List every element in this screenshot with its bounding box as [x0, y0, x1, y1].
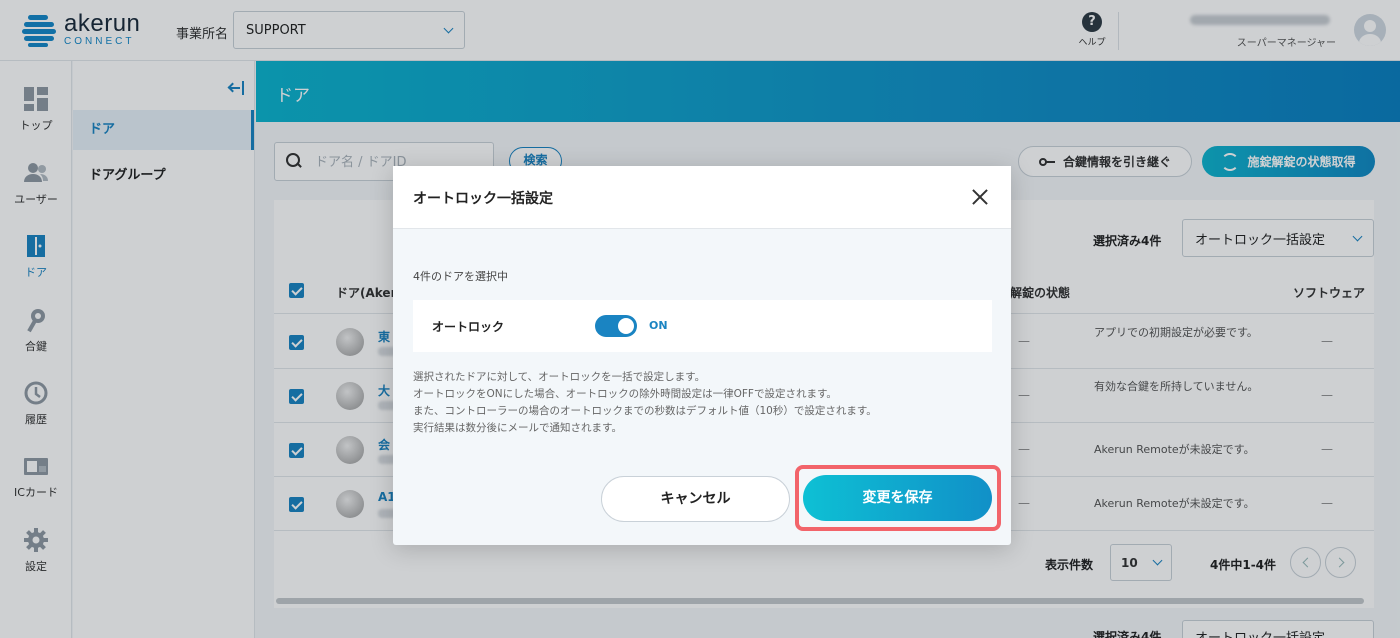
autolock-label: オートロック: [432, 320, 505, 334]
modal-header: オートロック一括設定: [393, 166, 1011, 229]
close-icon[interactable]: [971, 188, 989, 206]
autolock-toggle[interactable]: [595, 315, 637, 337]
description-line: 選択されたドアに対して、オートロックを一括で設定します。: [413, 371, 706, 383]
description-line: また、コントローラーの場合のオートロックまでの秒数はデフォルト値（10秒）で設定…: [413, 405, 877, 417]
description-line: オートロックをONにした場合、オートロックの除外時間設定は一律OFFで設定されま…: [413, 388, 837, 400]
autolock-setting-card: オートロック ON: [413, 300, 992, 352]
modal-title: オートロック一括設定: [413, 191, 553, 207]
selection-info: 4件のドアを選択中: [413, 270, 508, 283]
description-line: 実行結果は数分後にメールで通知されます。: [413, 422, 622, 434]
cancel-button[interactable]: キャンセル: [601, 476, 790, 522]
modal-description: 選択されたドアに対して、オートロックを一括で設定します。 オートロックをONにし…: [413, 369, 993, 437]
save-button[interactable]: 変更を保存: [803, 475, 992, 521]
autolock-modal: オートロック一括設定 4件のドアを選択中 オートロック ON 選択されたドアに対…: [393, 166, 1011, 545]
autolock-toggle-state: ON: [649, 319, 668, 332]
